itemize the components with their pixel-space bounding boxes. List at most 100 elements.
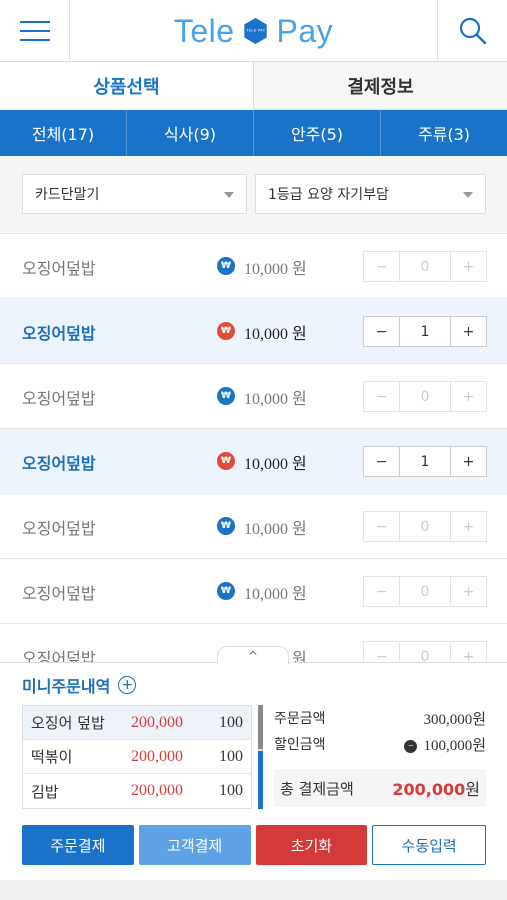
category-snack[interactable]: 안주(5) <box>254 110 381 156</box>
order-amount-row: 주문금액 300,000원 <box>274 705 486 731</box>
order-pay-button[interactable]: 주문결제 <box>22 825 134 865</box>
quantity-stepper: − 0 + <box>363 641 487 664</box>
main-tabs: 상품선택 결제정보 <box>0 62 507 110</box>
increase-button[interactable]: + <box>451 382 486 411</box>
quantity-value[interactable]: 0 <box>399 512 451 541</box>
quantity-stepper: − 0 + <box>363 511 487 542</box>
category-liquor[interactable]: 주류(3) <box>381 110 507 156</box>
product-name: 오징어덮밥 <box>22 518 96 538</box>
won-coin-icon: ₩ <box>217 322 235 340</box>
product-name: 오징어덮밥 <box>22 648 96 665</box>
product-price: 10,000 원 <box>244 455 307 473</box>
bottom-bar <box>0 880 507 900</box>
order-item-name: 김밥 <box>31 782 59 801</box>
total-payment-wrapper: 200,000원 <box>392 776 480 800</box>
logo-badge-icon: TELE PAY <box>244 18 267 44</box>
product-row[interactable]: 오징어덮밥 ₩ 10,000 원 − 1 + <box>0 429 507 494</box>
order-list-scrollbar[interactable] <box>258 705 263 809</box>
quantity-value[interactable]: 0 <box>399 382 451 411</box>
order-item-qty: 100 <box>219 713 243 731</box>
product-price: 10,000 원 <box>244 390 307 408</box>
quantity-stepper: − 0 + <box>363 381 487 412</box>
won-coin-icon: ₩ <box>217 387 235 405</box>
product-row[interactable]: 오징어덮밥 ₩ 10,000 원 − 0 + <box>0 234 507 299</box>
increase-button[interactable]: + <box>451 642 486 665</box>
won-coin-icon: ₩ <box>217 582 235 600</box>
logo-text-pay: Pay <box>276 12 334 49</box>
hamburger-icon[interactable] <box>0 0 70 62</box>
decrease-button[interactable]: − <box>364 382 399 411</box>
increase-button[interactable]: + <box>451 317 486 346</box>
tab-payment-info[interactable]: 결제정보 <box>253 62 507 110</box>
product-row[interactable]: 오징어덮밥 ₩ 10,000 원 − 0 + <box>0 364 507 429</box>
order-amount-label: 주문금액 <box>274 711 326 727</box>
order-item-qty: 100 <box>219 782 243 799</box>
decrease-button[interactable]: − <box>364 317 399 346</box>
app-header: Tele TELE PAY Pay <box>0 0 507 62</box>
discount-amount-label: 할인금액 <box>274 737 326 753</box>
quantity-value[interactable]: 1 <box>399 447 451 476</box>
product-list: 오징어덮밥 ₩ 10,000 원 − 0 + 오징어덮밥 ₩ 10,000 원 … <box>0 234 507 664</box>
increase-button[interactable]: + <box>451 252 486 281</box>
customer-pay-button[interactable]: 고객결제 <box>138 825 251 865</box>
quantity-stepper: − 1 + <box>363 446 487 477</box>
product-price: 10,000 원 <box>244 325 307 343</box>
add-circle-icon[interactable]: + <box>118 676 137 694</box>
decrease-button[interactable]: − <box>364 252 399 281</box>
product-name: 오징어덮밥 <box>22 388 96 408</box>
logo-text-tele: Tele <box>173 12 235 49</box>
scrollbar-track-highlight <box>258 751 263 809</box>
chevron-down-icon <box>463 192 473 198</box>
logo-badge-text: TELE PAY <box>246 29 266 33</box>
reset-button[interactable]: 초기화 <box>255 825 368 865</box>
grade-select-value: 1등급 요양 자기부담 <box>268 187 389 203</box>
order-item-price: 200,000 <box>131 782 183 799</box>
won-coin-icon: ₩ <box>217 517 235 535</box>
won-coin-icon: ₩ <box>217 257 235 275</box>
product-row[interactable]: 오징어덮밥 ₩ 10,000 원 − 0 + <box>0 559 507 624</box>
product-row[interactable]: 오징어덮밥 ₩ 10,000 원 − 0 + <box>0 494 507 559</box>
mini-order-panel: 미니주문내역 + 오징어 덮밥 200,000 100 떡볶이 200,000 … <box>0 662 507 900</box>
discount-amount-row: 할인금액 −100,000원 <box>274 731 486 757</box>
decrease-button[interactable]: − <box>364 512 399 541</box>
terminal-select[interactable]: 카드단말기 <box>22 174 247 214</box>
discount-amount-wrapper: −100,000원 <box>404 734 486 755</box>
scrollbar-thumb[interactable] <box>258 705 263 749</box>
decrease-button[interactable]: − <box>364 447 399 476</box>
decrease-button[interactable]: − <box>364 577 399 606</box>
quantity-value[interactable]: 0 <box>399 577 451 606</box>
collapse-panel-button[interactable]: ^ <box>217 646 289 664</box>
order-item-row[interactable]: 오징어 덮밥 200,000 100 <box>23 706 251 740</box>
increase-button[interactable]: + <box>451 447 486 476</box>
order-amount-value: 300,000원 <box>423 711 486 728</box>
order-item-name: 떡볶이 <box>31 748 73 766</box>
decrease-button[interactable]: − <box>364 642 399 665</box>
order-item-row[interactable]: 김밥 200,000 100 <box>23 774 251 808</box>
won-coin-icon: ₩ <box>217 452 235 470</box>
filter-bar: 카드단말기 1등급 요양 자기부담 <box>0 156 507 234</box>
manual-input-button[interactable]: 수동입력 <box>372 825 486 865</box>
tab-product-select[interactable]: 상품선택 <box>0 62 253 110</box>
product-price: 10,000 원 <box>244 585 307 603</box>
terminal-select-value: 카드단말기 <box>35 187 100 203</box>
total-payment-label: 총 결제금액 <box>280 779 354 798</box>
order-item-name: 오징어 덮밥 <box>31 714 105 732</box>
product-row[interactable]: 오징어덮밥 ₩ 10,000 원 − 1 + <box>0 299 507 364</box>
search-icon[interactable] <box>437 0 507 62</box>
amount-summary: 주문금액 300,000원 할인금액 −100,000원 <box>274 705 486 757</box>
quantity-value[interactable]: 1 <box>399 317 451 346</box>
chevron-down-icon <box>224 192 234 198</box>
category-all[interactable]: 전체(17) <box>0 110 127 156</box>
order-item-row[interactable]: 떡볶이 200,000 100 <box>23 740 251 774</box>
increase-button[interactable]: + <box>451 577 486 606</box>
mini-order-title: 미니주문내역 + <box>22 673 137 697</box>
increase-button[interactable]: + <box>451 512 486 541</box>
app-logo: Tele TELE PAY Pay <box>70 0 437 62</box>
total-payment-row: 총 결제금액 200,000원 <box>274 769 486 807</box>
quantity-value[interactable]: 0 <box>399 252 451 281</box>
category-meal[interactable]: 식사(9) <box>127 110 254 156</box>
grade-select[interactable]: 1등급 요양 자기부담 <box>255 174 486 214</box>
order-item-price: 200,000 <box>131 747 183 765</box>
quantity-value[interactable]: 0 <box>399 642 451 664</box>
product-name: 오징어덮밥 <box>22 258 96 278</box>
